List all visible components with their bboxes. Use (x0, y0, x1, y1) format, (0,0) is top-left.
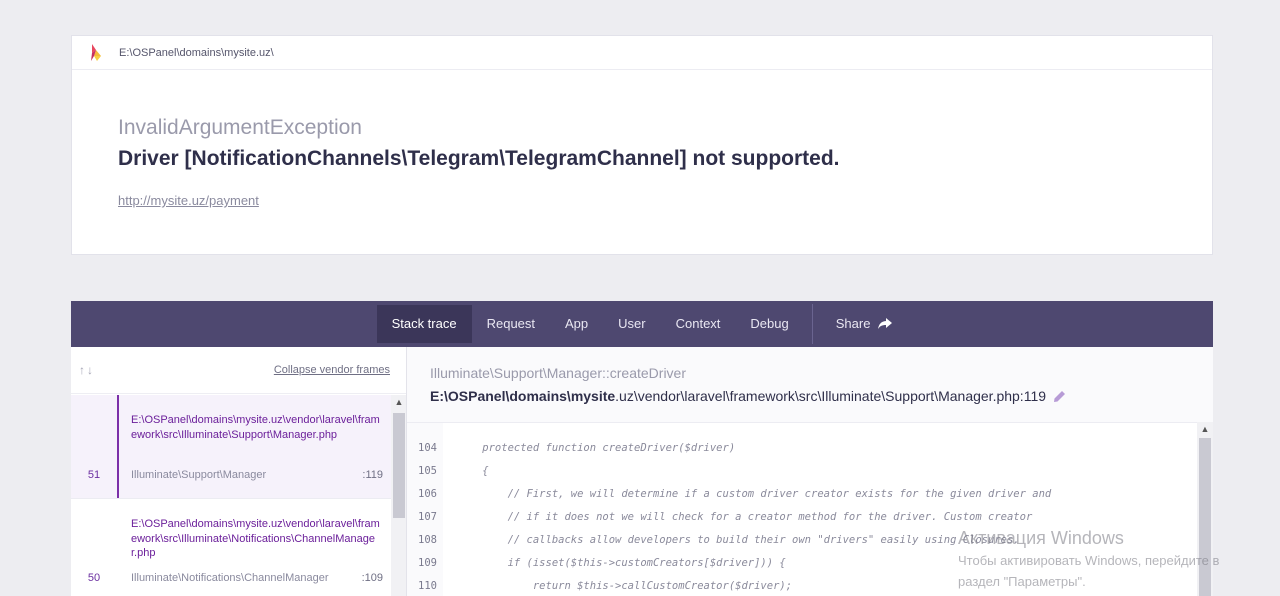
project-path: E:\OSPanel\domains\mysite.uz\ (119, 46, 274, 59)
line-number: 110 (418, 580, 437, 592)
frame-line-number: :109 (361, 572, 383, 584)
line-number: 105 (418, 465, 437, 477)
exception-class: InvalidArgumentException (118, 116, 362, 139)
frames-header: ↑↓ Collapse vendor frames (71, 347, 406, 394)
stack-frames-panel: ↑↓ Collapse vendor frames E:\OSPanel\dom… (71, 347, 407, 596)
line-number: 109 (418, 557, 437, 569)
line-number: 108 (418, 534, 437, 546)
frame-class-method: Illuminate\Support\Manager::createDriver (430, 365, 687, 381)
scrollbar-thumb[interactable] (393, 413, 405, 518)
frame-class: Illuminate\Notifications\ChannelManager (131, 572, 329, 584)
tab-request[interactable]: Request (472, 305, 550, 343)
frame-file-path: E:\OSPanel\domains\mysite.uz\vendor\lara… (131, 518, 380, 559)
tab-context[interactable]: Context (661, 305, 736, 343)
frame-class: Illuminate\Support\Manager (131, 469, 267, 481)
frames-scrollbar[interactable]: ▲ (391, 395, 406, 596)
exception-card: E:\OSPanel\domains\mysite.uz\ InvalidArg… (71, 35, 1213, 255)
card-header: E:\OSPanel\domains\mysite.uz\ (72, 36, 1212, 70)
windows-activation-watermark: Активация Windows Чтобы активировать Win… (958, 528, 1219, 591)
share-arrow-icon (878, 318, 893, 329)
frame-number: 50 (87, 572, 101, 584)
collapse-vendor-frames-link[interactable]: Collapse vendor frames (274, 364, 390, 376)
line-number: 104 (418, 442, 437, 454)
stack-frame[interactable]: E:\OSPanel\domains\mysite.uz\vendor\lara… (71, 499, 391, 596)
file-path-rest: .uz\vendor\laravel\framework\src\Illumin… (615, 388, 1047, 404)
stack-frame[interactable]: E:\OSPanel\domains\mysite.uz\vendor\lara… (71, 395, 391, 499)
file-path-prefix: E:\OSPanel\domains\mysite (430, 388, 616, 404)
code-text: protected function createDriver($driver) (457, 442, 736, 454)
tab-user[interactable]: User (603, 305, 660, 343)
ignition-logo-icon (91, 43, 101, 61)
request-url-link[interactable]: http://mysite.uz/payment (118, 193, 259, 208)
tab-debug[interactable]: Debug (735, 305, 803, 343)
code-text: // First, we will determine if a custom … (457, 488, 1052, 500)
code-text: return $this->callCustomCreator($driver)… (457, 580, 793, 592)
edit-pencil-icon[interactable] (1053, 390, 1066, 403)
code-text: // callbacks allow developers to build t… (457, 534, 1020, 546)
scroll-up-icon[interactable]: ▲ (1197, 424, 1213, 434)
watermark-line-1: Чтобы активировать Windows, перейдите в (958, 553, 1220, 568)
frame-file-location: E:\OSPanel\domains\mysite.uz\vendor\lara… (430, 388, 1066, 404)
code-text: // if it does not we will check for a cr… (457, 511, 1033, 523)
tab-stack-trace[interactable]: Stack trace (376, 305, 472, 343)
share-label: Share (835, 316, 871, 331)
tab-bar: Stack trace Request App User Context Deb… (71, 301, 1213, 347)
exception-message: Driver [NotificationChannels\Telegram\Te… (118, 147, 840, 170)
code-text: { (457, 465, 489, 477)
code-text: if (isset($this->customCreators[$driver]… (457, 557, 786, 569)
line-number: 107 (418, 511, 437, 523)
frame-number: 51 (87, 469, 101, 481)
line-number: 106 (418, 488, 437, 500)
tab-app[interactable]: App (550, 305, 603, 343)
frames-list: E:\OSPanel\domains\mysite.uz\vendor\lara… (71, 395, 391, 596)
frame-line-number: :119 (362, 469, 383, 481)
frame-nav-arrows-icon[interactable]: ↑↓ (79, 363, 95, 377)
watermark-line-2: раздел "Параметры". (958, 574, 1086, 589)
frame-file-path: E:\OSPanel\domains\mysite.uz\vendor\lara… (131, 414, 380, 441)
tab-divider (811, 304, 813, 344)
watermark-title: Активация Windows (958, 528, 1124, 548)
scroll-up-icon[interactable]: ▲ (391, 397, 406, 407)
share-button[interactable]: Share (821, 305, 908, 343)
